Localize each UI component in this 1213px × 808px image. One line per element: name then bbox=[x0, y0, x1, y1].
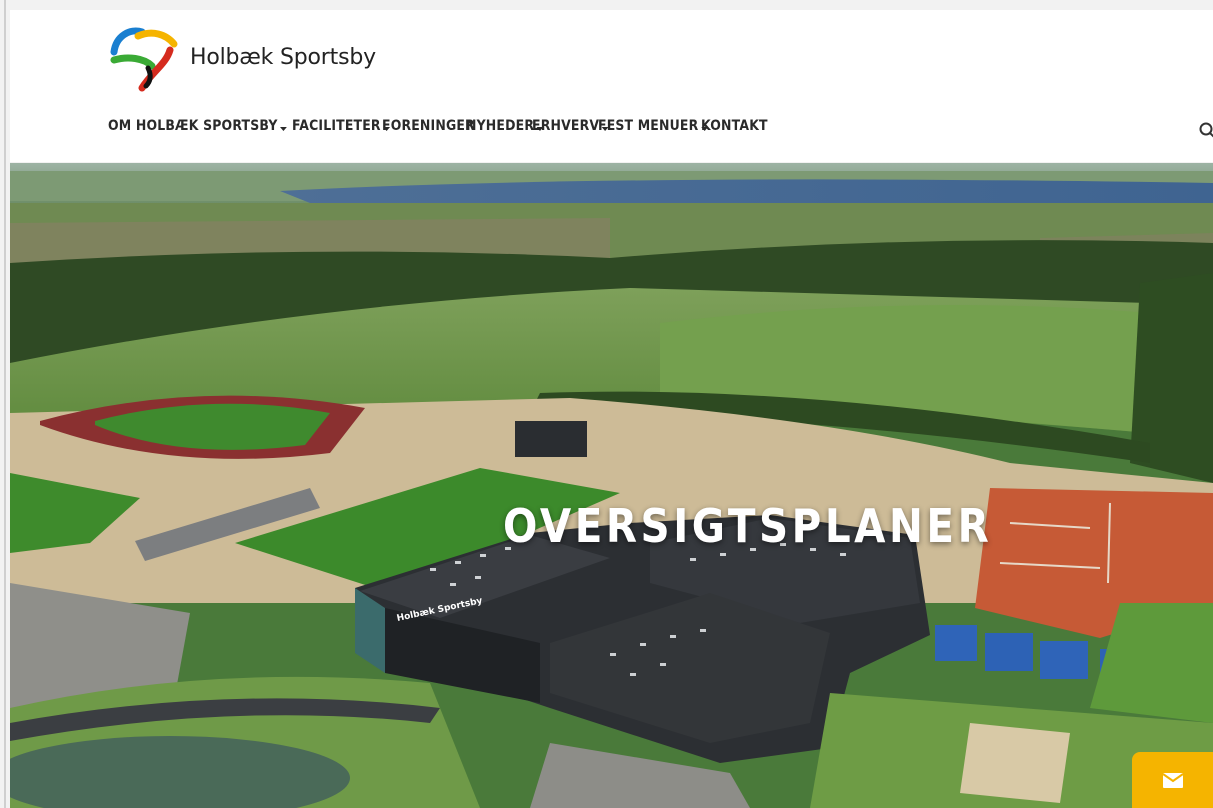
nav-item-label: FEST MENUER bbox=[597, 118, 698, 134]
hero-aerial-photo bbox=[10, 163, 1213, 808]
holbaek-sportsby-logo-icon bbox=[110, 27, 178, 92]
hero-title: OVERSIGTSPLANER bbox=[503, 498, 993, 553]
nav-item-label: NYHEDER bbox=[466, 118, 535, 134]
site-logo-text: Holbæk Sportsby bbox=[190, 44, 376, 70]
nav-item-label: FORENINGER bbox=[382, 118, 476, 134]
nav-item-label: FACILITETER bbox=[292, 118, 381, 134]
nav-item-label: ERHVERV bbox=[532, 118, 600, 134]
site-header: Holbæk Sportsby OM HOLBÆK SPORTSBY FACIL… bbox=[10, 10, 1213, 162]
nav-item-foreninger[interactable]: FORENINGER bbox=[382, 118, 475, 134]
nav-item-kontakt[interactable]: KONTAKT bbox=[701, 118, 768, 134]
envelope-icon bbox=[1162, 772, 1183, 788]
site-logo-link[interactable]: Holbæk Sportsby bbox=[108, 22, 376, 92]
contact-email-button[interactable] bbox=[1132, 752, 1213, 808]
nav-item-om-holbaek-sportsby[interactable]: OM HOLBÆK SPORTSBY bbox=[108, 118, 288, 134]
window-left-border bbox=[4, 0, 6, 808]
nav-item-label: KONTAKT bbox=[701, 118, 768, 134]
nav-item-label: OM HOLBÆK SPORTSBY bbox=[108, 118, 278, 134]
nav-item-fest-menuer[interactable]: FEST MENUER bbox=[598, 118, 708, 134]
search-icon[interactable] bbox=[1197, 122, 1213, 138]
caret-down-icon bbox=[280, 127, 288, 131]
main-navigation: OM HOLBÆK SPORTSBY FACILITETER FORENINGE… bbox=[108, 118, 803, 134]
hero-banner: Holbæk Sportsby OVERSIGTSPLANER bbox=[10, 163, 1213, 808]
nav-item-faciliteter[interactable]: FACILITETER bbox=[292, 118, 391, 134]
